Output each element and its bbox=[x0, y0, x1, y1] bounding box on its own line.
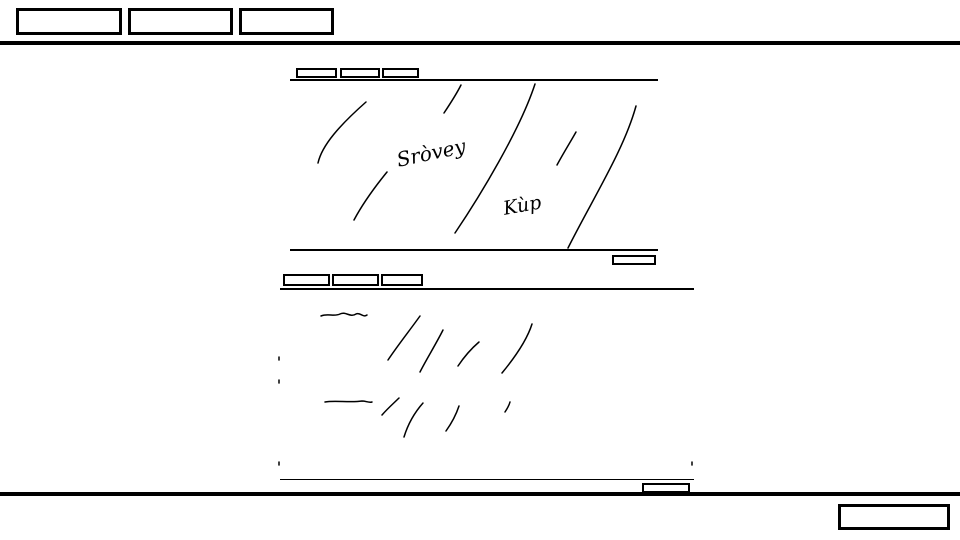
scribble-stroke bbox=[324, 400, 373, 404]
handwriting-label-2: Kùp bbox=[501, 191, 543, 219]
sketch-stroke bbox=[353, 171, 388, 221]
sketch-stroke bbox=[387, 315, 421, 361]
handwriting-label-1: Sròvey bbox=[394, 134, 468, 172]
sketch-stroke bbox=[501, 323, 533, 374]
sketch-stroke bbox=[419, 329, 444, 373]
sketch-stroke bbox=[556, 131, 577, 166]
sketch-layer: Sròvey Kùp bbox=[278, 83, 693, 466]
scribble-stroke bbox=[320, 312, 368, 317]
sketch-stroke bbox=[567, 105, 637, 249]
sketch-stroke bbox=[403, 402, 424, 438]
sketch-stroke bbox=[504, 401, 511, 413]
sketch-stroke bbox=[317, 101, 367, 164]
sketch-stroke bbox=[445, 405, 460, 432]
sketch-stroke bbox=[443, 84, 462, 114]
sketch-stroke bbox=[381, 397, 400, 416]
sketch-stroke bbox=[457, 341, 480, 367]
